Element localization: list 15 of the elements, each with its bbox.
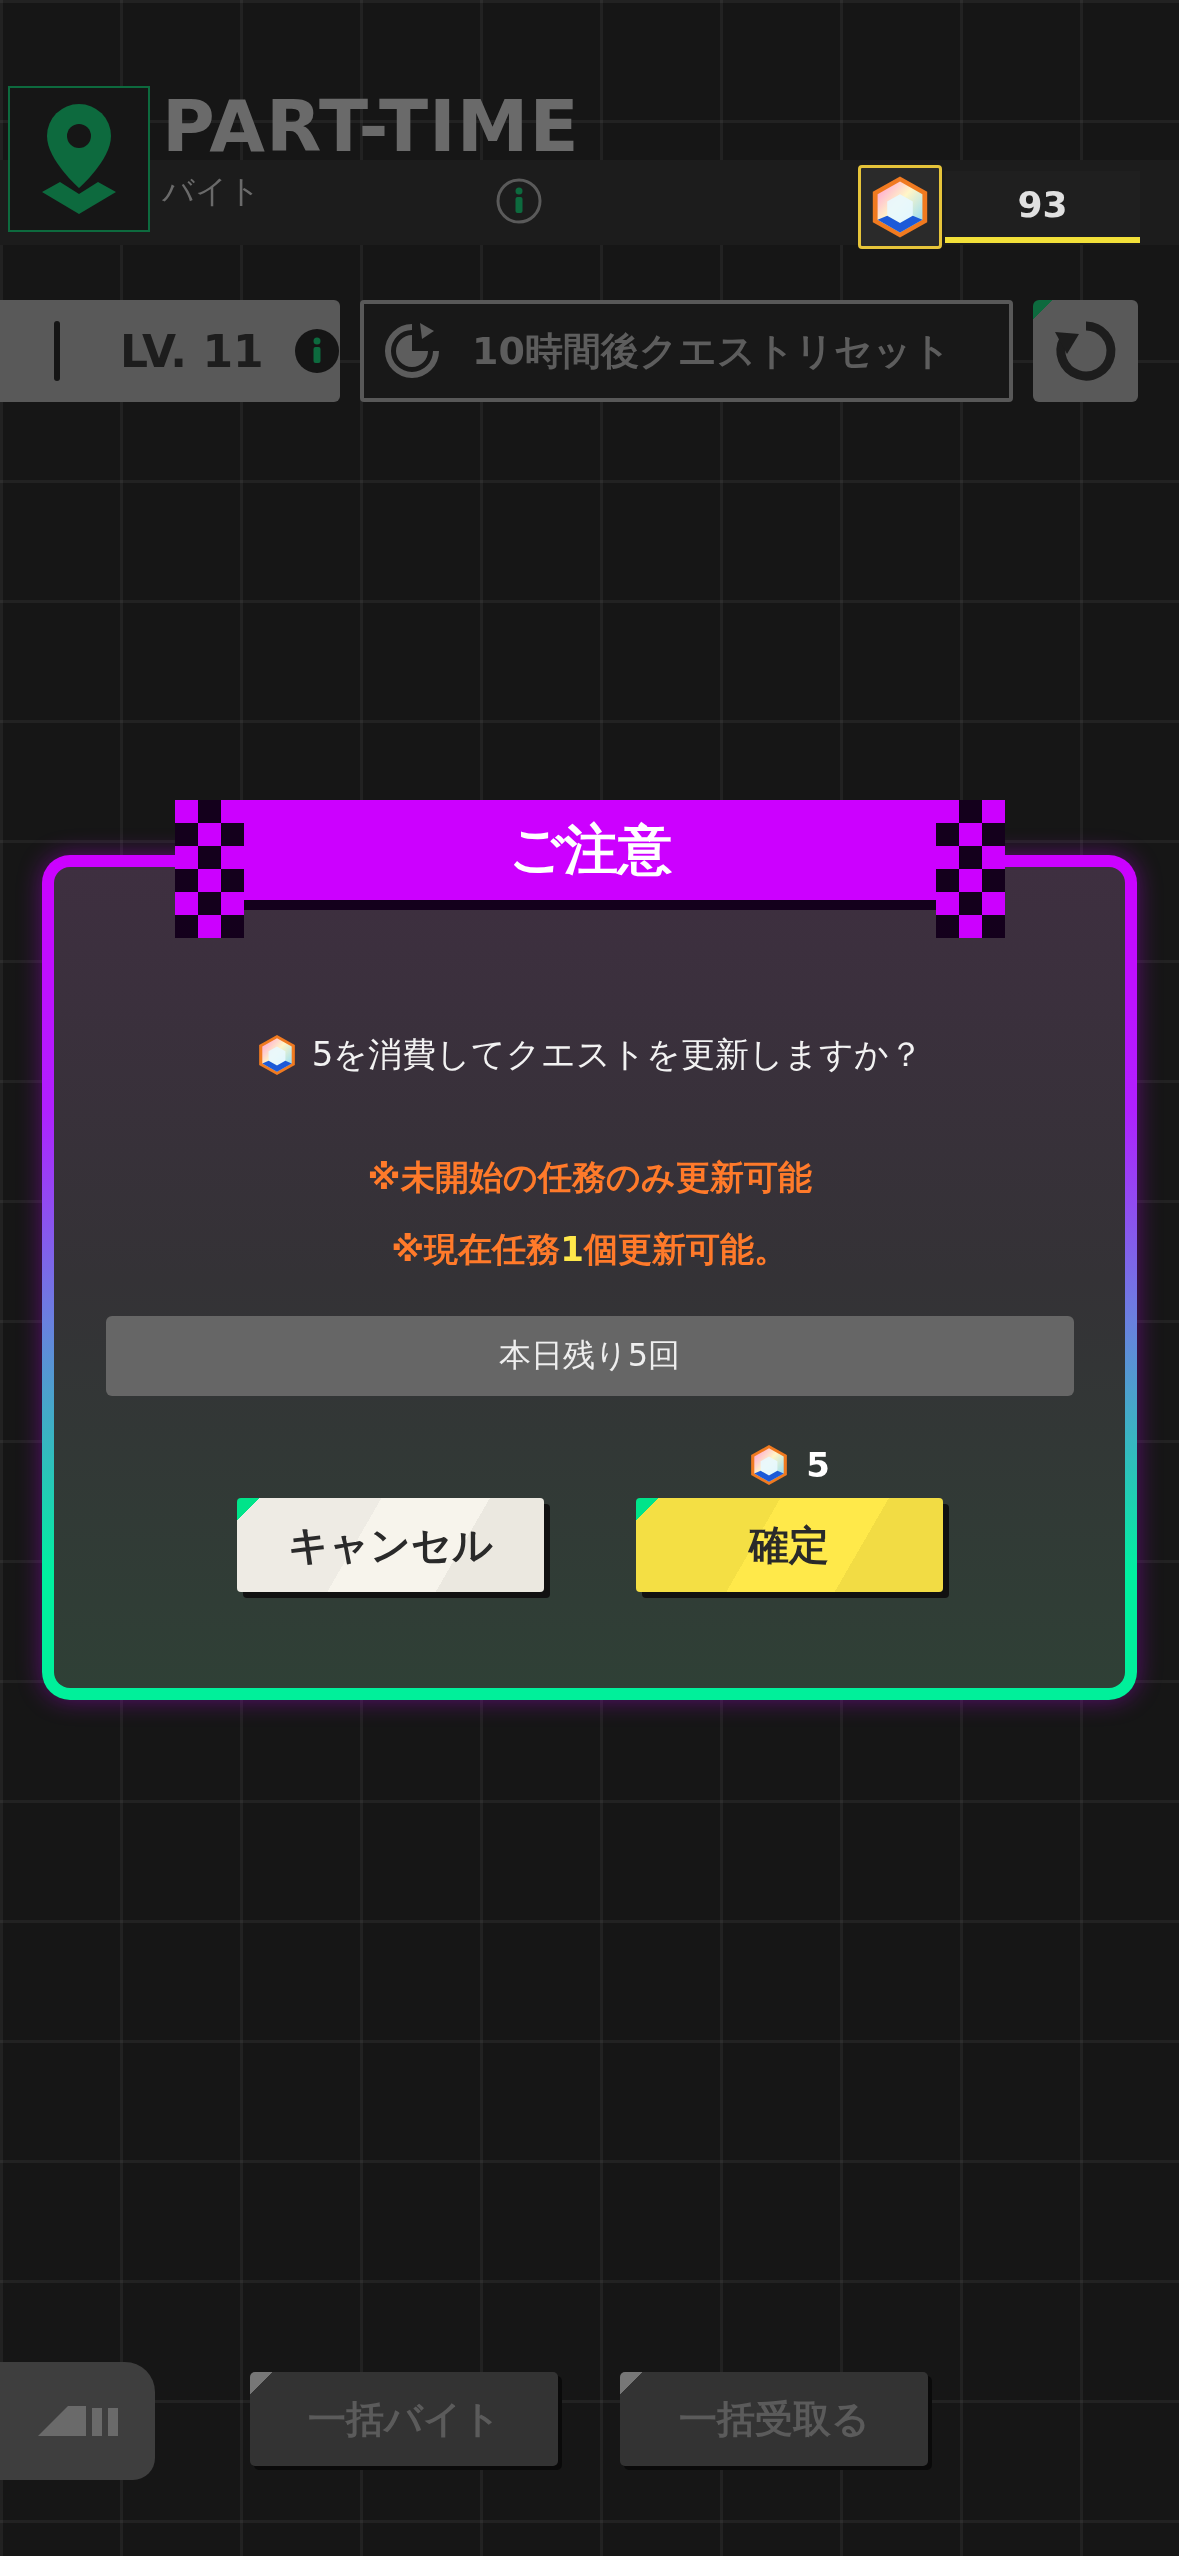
page-subtitle: バイト xyxy=(162,171,261,212)
info-icon[interactable] xyxy=(496,178,542,224)
timer-icon xyxy=(382,321,442,381)
page-title: PART-TIME xyxy=(162,86,580,166)
refresh-button[interactable] xyxy=(1033,300,1138,402)
info-icon[interactable] xyxy=(293,328,340,374)
dialog-message: 5を消費してクエストを更新しますか？ xyxy=(311,1033,924,1076)
stairs-icon xyxy=(37,2406,118,2436)
side-tab[interactable] xyxy=(0,2362,155,2480)
level-label: LV. 11 xyxy=(120,325,264,377)
cost-amount: 5 xyxy=(806,1445,830,1485)
dialog-note: ※未開始の任務のみ更新可能 xyxy=(367,1156,812,1199)
remaining-count-bar: 本日残り5回 xyxy=(105,1316,1074,1396)
dialog-note: ※現在任務1個更新可能。 xyxy=(391,1228,788,1271)
reset-timer-text: 10時間後クエストリセット xyxy=(472,327,951,375)
